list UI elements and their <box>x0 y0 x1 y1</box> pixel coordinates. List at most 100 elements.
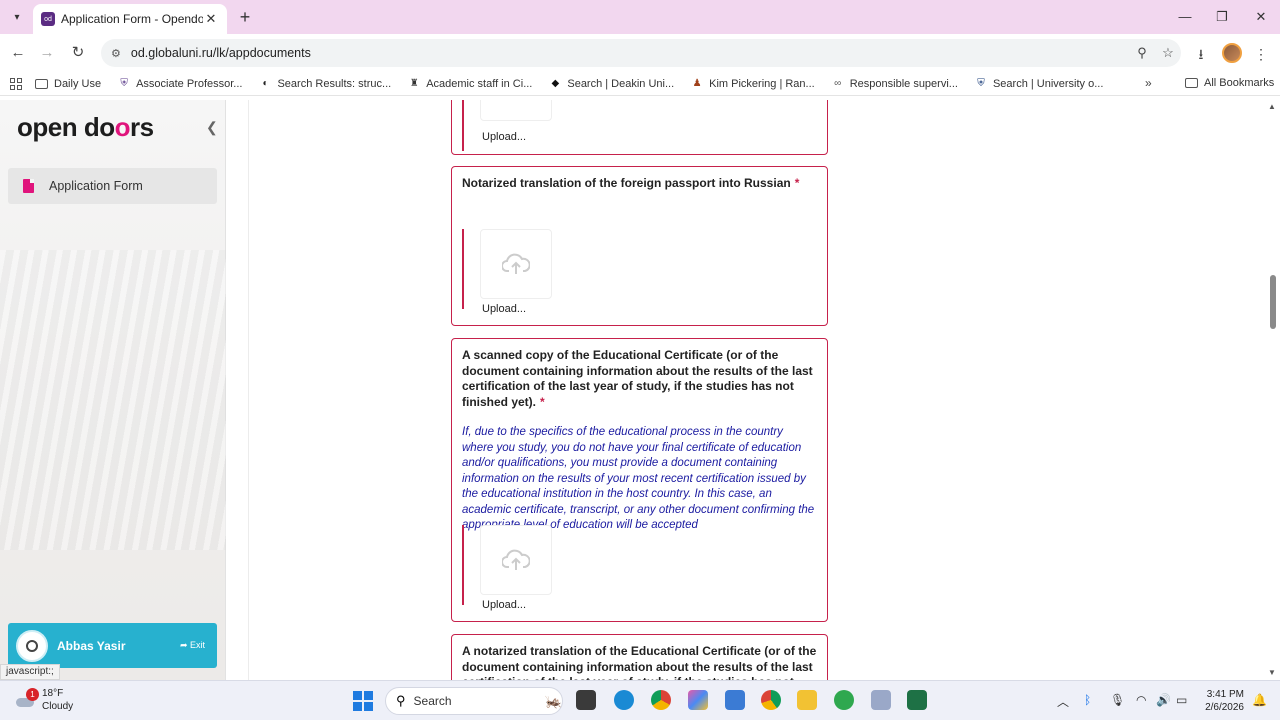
shield-icon: ⛨ <box>977 78 985 89</box>
upload-label[interactable]: Upload... <box>482 131 526 143</box>
notepad-icon[interactable] <box>725 690 745 710</box>
battery-icon[interactable]: ▭ <box>1176 693 1187 707</box>
bookmark-responsible-supervision[interactable]: ∞ Responsible supervi... <box>832 78 958 90</box>
upload-label[interactable]: Upload... <box>482 599 526 611</box>
search-highlight-icon: 🦗 <box>544 692 562 709</box>
more-bookmarks-icon[interactable]: » <box>1145 76 1152 90</box>
apps-grid-icon[interactable] <box>10 77 22 90</box>
required-mark: * <box>794 176 800 190</box>
scrollbar-thumb[interactable] <box>1270 275 1276 329</box>
upload-area <box>462 229 552 309</box>
upload-button[interactable] <box>480 525 552 595</box>
document-card-educational-certificate: A scanned copy of the Educational Certif… <box>451 338 828 622</box>
cloud-upload-icon <box>502 253 530 274</box>
deakin-icon: ◆ <box>551 78 560 89</box>
new-tab-icon[interactable]: + <box>234 6 256 28</box>
bookmark-label: Academic staff in Ci... <box>426 77 533 90</box>
utorrent-icon[interactable] <box>834 690 854 710</box>
volume-icon[interactable]: 🔊 <box>1156 693 1171 707</box>
logo-text: open do <box>17 112 115 142</box>
zoom-icon[interactable]: ⚲ <box>1129 45 1155 61</box>
all-bookmarks-label: All Bookmarks <box>1204 77 1275 89</box>
forward-icon[interactable]: → <box>36 42 58 64</box>
tab-title: Application Form - Opendoors <box>61 12 203 26</box>
weather-widget[interactable]: 1 18°F Cloudy <box>14 687 73 713</box>
sidebar-item-application-form[interactable]: Application Form <box>8 168 217 204</box>
document-icon <box>23 179 34 193</box>
bookmark-daily-use[interactable]: Daily Use <box>35 78 101 90</box>
wifi-icon[interactable]: ◠ <box>1136 693 1146 707</box>
bookmark-star-icon[interactable]: ☆ <box>1155 45 1181 61</box>
scrollbar[interactable]: ▲ ▼ <box>1266 100 1280 680</box>
notification-bell-icon[interactable]: 🔔 <box>1252 693 1267 707</box>
opendoors-favicon-icon: od <box>41 12 55 26</box>
upload-button[interactable] <box>480 100 552 121</box>
windows-start-icon[interactable] <box>353 691 373 711</box>
profile-avatar[interactable] <box>1222 43 1242 63</box>
upload-button[interactable] <box>480 229 552 299</box>
system-clock[interactable]: 3:41 PM 2/6/2026 <box>1198 688 1244 714</box>
temperature: 18°F <box>42 688 64 699</box>
collapse-sidebar-icon[interactable]: ❮ <box>206 119 218 136</box>
address-bar[interactable]: ⚙ od.globaluni.ru/lk/appdocuments ⚲ ☆ <box>101 39 1181 67</box>
download-icon[interactable]: ⭳ <box>1190 43 1212 65</box>
active-tab[interactable]: od Application Form - Opendoors ✕ <box>33 4 227 34</box>
site-info-icon[interactable]: ⚙ <box>111 47 121 60</box>
main-content: Upload... Notarized translation of the f… <box>248 100 1252 680</box>
cloudy-weather-icon: 1 <box>14 688 39 708</box>
upload-area <box>462 525 552 605</box>
logo-text-end: rs <box>129 112 154 142</box>
minimize-icon[interactable]: — <box>1170 6 1200 28</box>
bookmark-kim-pickering[interactable]: ♟ Kim Pickering | Ran... <box>691 78 815 90</box>
document-title-text: A scanned copy of the Educational Certif… <box>462 348 813 409</box>
excel-icon[interactable] <box>907 690 927 710</box>
edge-browser-icon[interactable] <box>614 690 634 710</box>
microphone-icon[interactable]: 🎙 <box>1110 693 1125 707</box>
document-card-passport-translation: Notarized translation of the foreign pas… <box>451 166 828 326</box>
chrome-browser-icon[interactable] <box>651 690 671 710</box>
all-bookmarks-button[interactable]: All Bookmarks <box>1185 77 1274 89</box>
page: open doors ❮ Application Form Abbas Yasi… <box>0 100 1280 680</box>
bookmark-academic-staff[interactable]: ♜ Academic staff in Ci... <box>408 77 533 90</box>
back-icon[interactable]: ← <box>7 42 29 64</box>
copilot-icon[interactable] <box>688 690 708 710</box>
menu-dots-icon[interactable]: ⋮ <box>1250 43 1272 65</box>
folder-icon <box>1185 78 1198 88</box>
browser-toolbar: ← → ↻ ⚙ od.globaluni.ru/lk/appdocuments … <box>0 34 1280 72</box>
clock-time: 3:41 PM <box>1206 689 1244 700</box>
bookmark-university-search[interactable]: ⛨ Search | University o... <box>975 78 1103 90</box>
tray-overflow-icon[interactable]: ︿ <box>1057 693 1069 710</box>
windows-taskbar: 1 18°F Cloudy ⚲ Search 🦗 ︿ ᛒ 🎙 ◠ 🔊 ▭ 3:4… <box>0 680 1280 720</box>
document-title-text: Notarized translation of the foreign pas… <box>462 176 791 190</box>
bluetooth-icon[interactable]: ᛒ <box>1084 693 1091 707</box>
browser-tab-strip: ▾ od Application Form - Opendoors ✕ + — … <box>0 0 1280 34</box>
upload-label[interactable]: Upload... <box>482 303 526 315</box>
exit-button[interactable]: ➦ Exit <box>180 640 205 651</box>
status-bar-link: javascript:; <box>0 664 60 680</box>
university-shield-icon: ⛨ <box>120 78 128 89</box>
sidebar-item-label: Application Form <box>49 179 143 193</box>
document-title: A notarized translation of the Education… <box>462 644 817 680</box>
chrome-profile-icon[interactable] <box>761 690 781 710</box>
snipping-tool-icon[interactable] <box>871 690 891 710</box>
tab-search-icon[interactable]: ▾ <box>6 7 28 27</box>
opendoors-logo[interactable]: open doors <box>17 112 154 143</box>
url-text[interactable]: od.globaluni.ru/lk/appdocuments <box>131 46 1129 60</box>
search-icon: ⚲ <box>396 693 406 708</box>
task-view-icon[interactable] <box>576 690 596 710</box>
taskbar-search[interactable]: ⚲ Search 🦗 <box>385 687 563 715</box>
bookmark-deakin[interactable]: ◆ Search | Deakin Uni... <box>549 78 675 90</box>
restore-icon[interactable]: ❐ <box>1207 6 1237 28</box>
scroll-up-icon[interactable]: ▲ <box>1268 102 1276 111</box>
window-close-icon[interactable]: ✕ <box>1246 6 1276 28</box>
tab-close-icon[interactable]: ✕ <box>203 11 219 27</box>
cloud-upload-icon <box>502 549 530 570</box>
exit-label: Exit <box>189 640 205 650</box>
reload-icon[interactable]: ↻ <box>67 42 89 64</box>
bookmark-search-results[interactable]: ◐ Search Results: struc... <box>259 78 391 90</box>
scroll-down-icon[interactable]: ▼ <box>1268 668 1276 677</box>
file-explorer-icon[interactable] <box>797 690 817 710</box>
bookmark-associate-professor[interactable]: ⛨ Associate Professor... <box>118 78 242 90</box>
user-name: Abbas Yasir <box>57 638 126 653</box>
weather-condition: Cloudy <box>42 701 74 712</box>
